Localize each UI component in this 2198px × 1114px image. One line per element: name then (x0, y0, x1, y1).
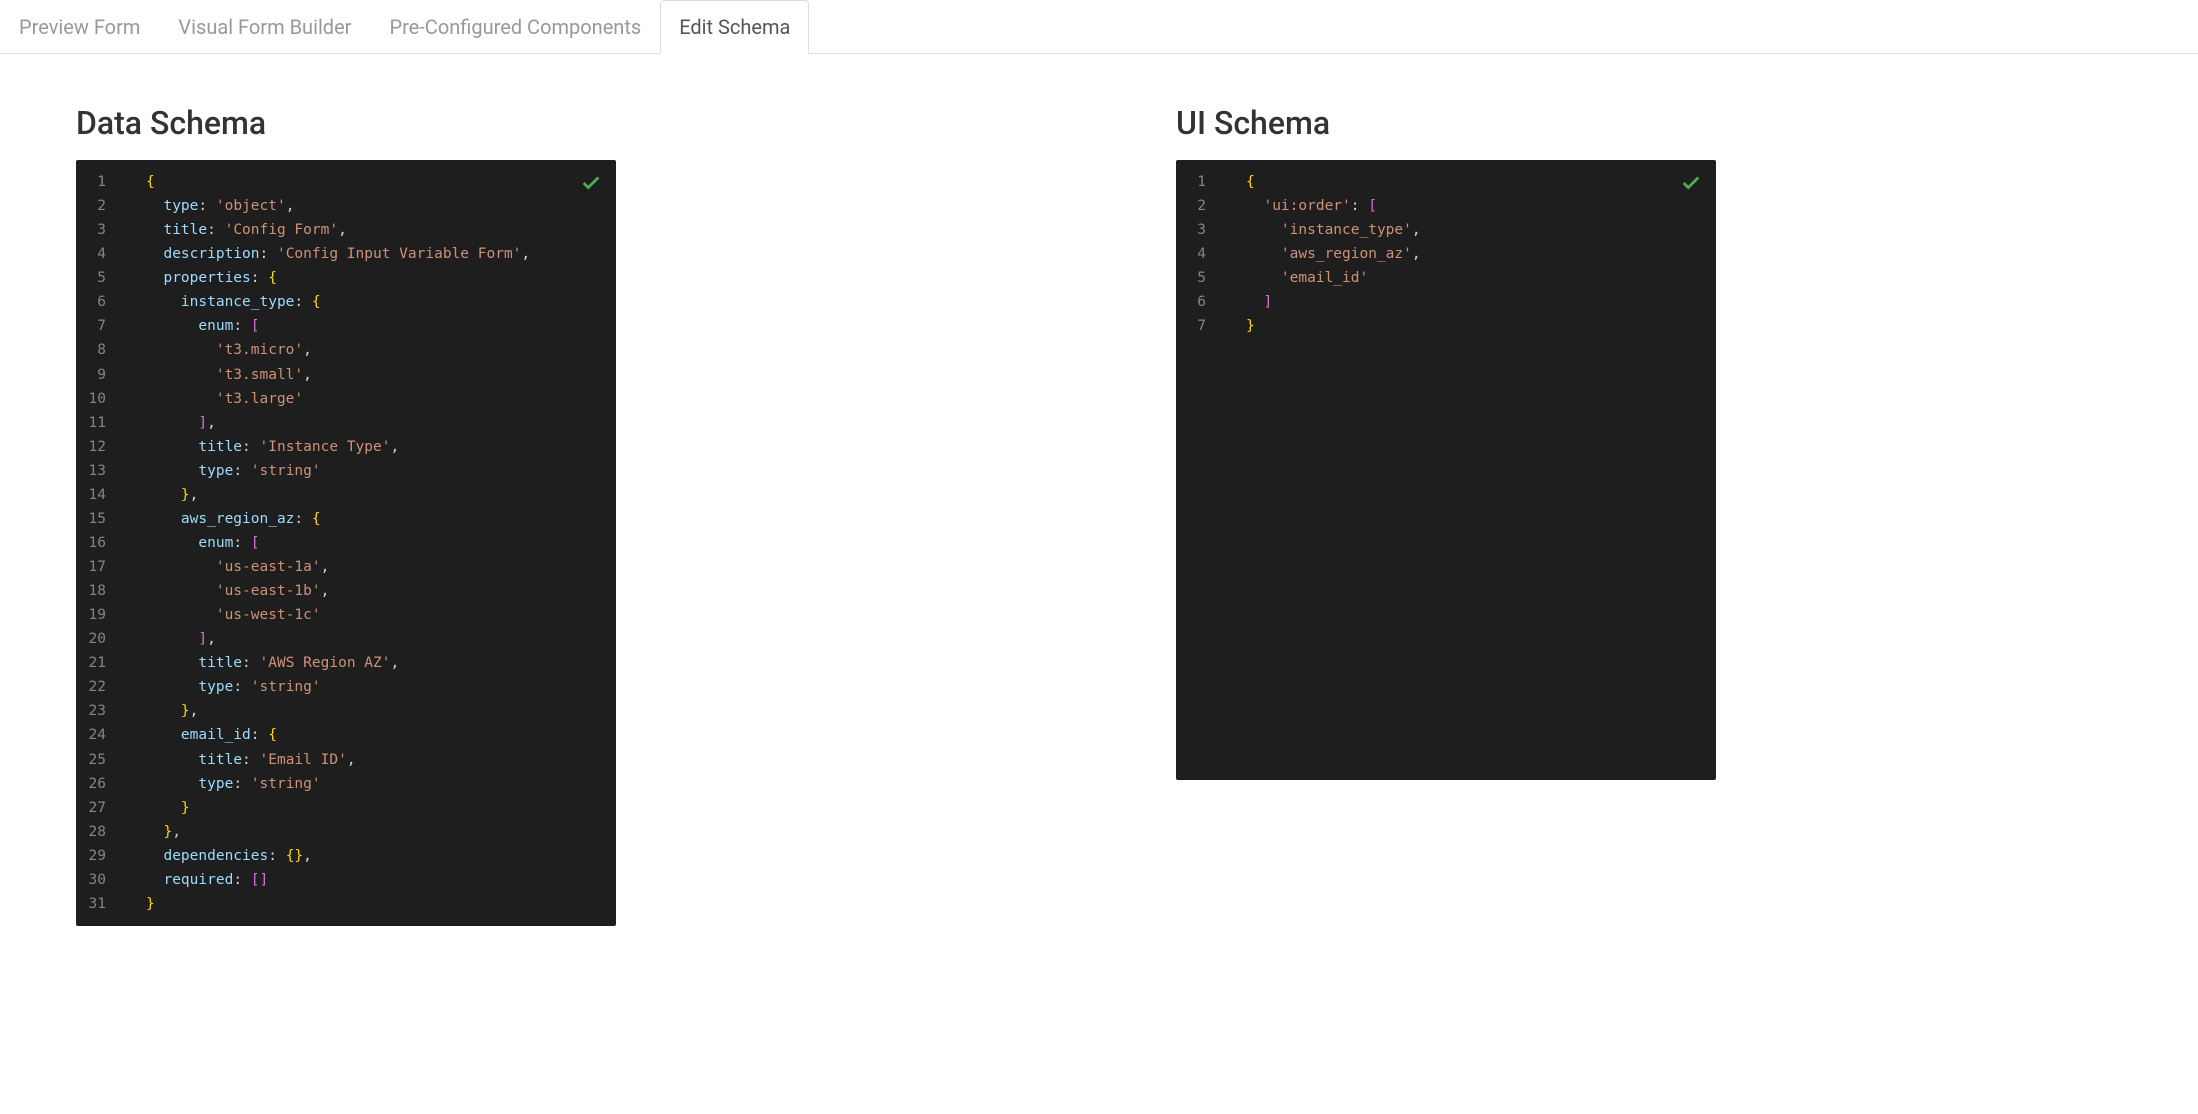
tab-bar: Preview Form Visual Form Builder Pre-Con… (0, 0, 2198, 54)
data-schema-editor[interactable]: 1234567891011121314151617181920212223242… (76, 160, 616, 926)
content-area: Data Schema 1234567891011121314151617181… (0, 54, 2198, 976)
tab-edit-schema[interactable]: Edit Schema (660, 0, 809, 54)
ui-schema-title: UI Schema (1176, 104, 1716, 142)
ui-schema-code[interactable]: { 'ui:order': [ 'instance_type', 'aws_re… (1216, 160, 1435, 780)
tab-visual-form-builder[interactable]: Visual Form Builder (159, 0, 370, 53)
data-schema-title: Data Schema (76, 104, 616, 142)
tab-pre-configured-components[interactable]: Pre-Configured Components (370, 0, 660, 53)
data-schema-panel: Data Schema 1234567891011121314151617181… (76, 104, 616, 926)
ui-schema-panel: UI Schema 1234567 { 'ui:order': [ 'insta… (1176, 104, 1716, 926)
ui-schema-editor[interactable]: 1234567 { 'ui:order': [ 'instance_type',… (1176, 160, 1716, 780)
ui-schema-gutter: 1234567 (1176, 160, 1216, 780)
data-schema-gutter: 1234567891011121314151617181920212223242… (76, 160, 116, 926)
check-icon (580, 172, 602, 202)
tab-preview-form[interactable]: Preview Form (0, 0, 159, 53)
check-icon (1680, 172, 1702, 202)
data-schema-code[interactable]: { type: 'object', title: 'Config Form', … (116, 160, 544, 926)
